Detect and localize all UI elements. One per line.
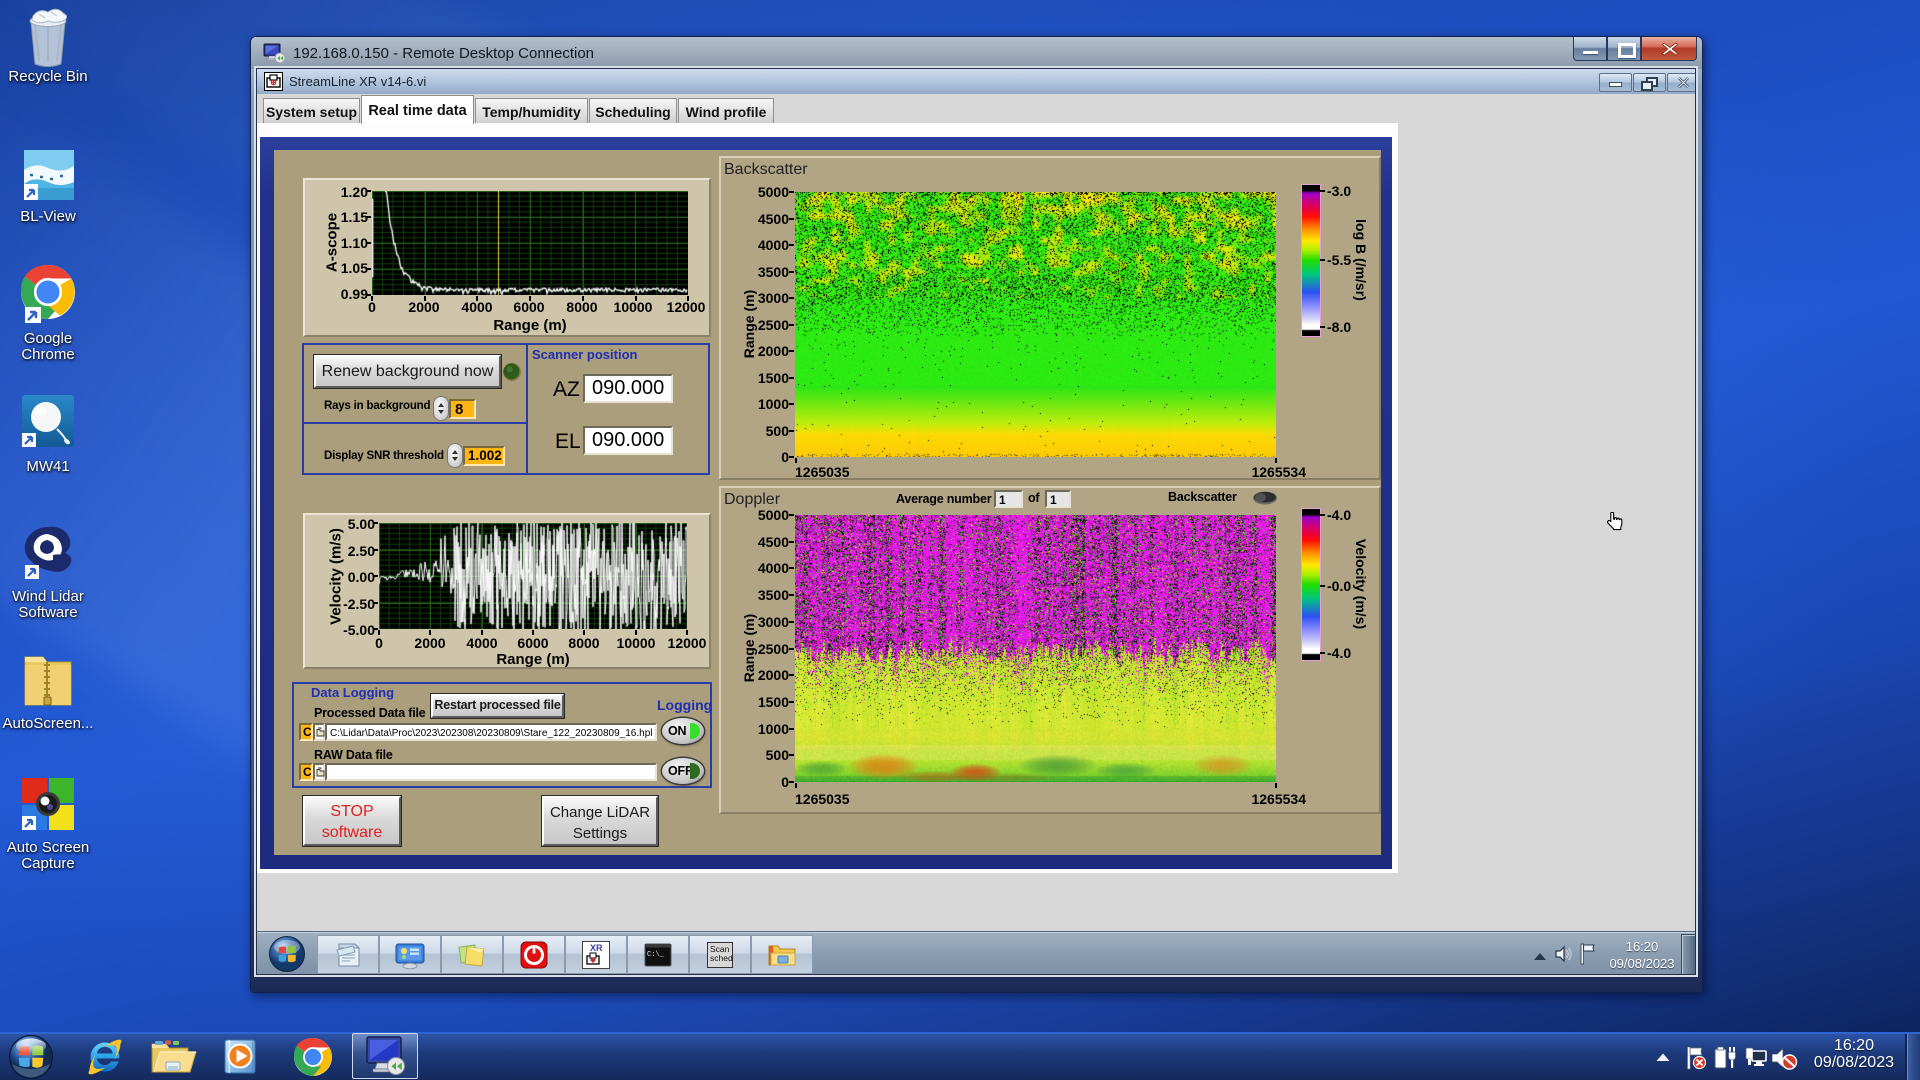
svg-text:sched: sched: [710, 953, 733, 963]
svg-text:XR: XR: [590, 943, 603, 953]
svg-text:C:\_: C:\_: [647, 951, 665, 959]
